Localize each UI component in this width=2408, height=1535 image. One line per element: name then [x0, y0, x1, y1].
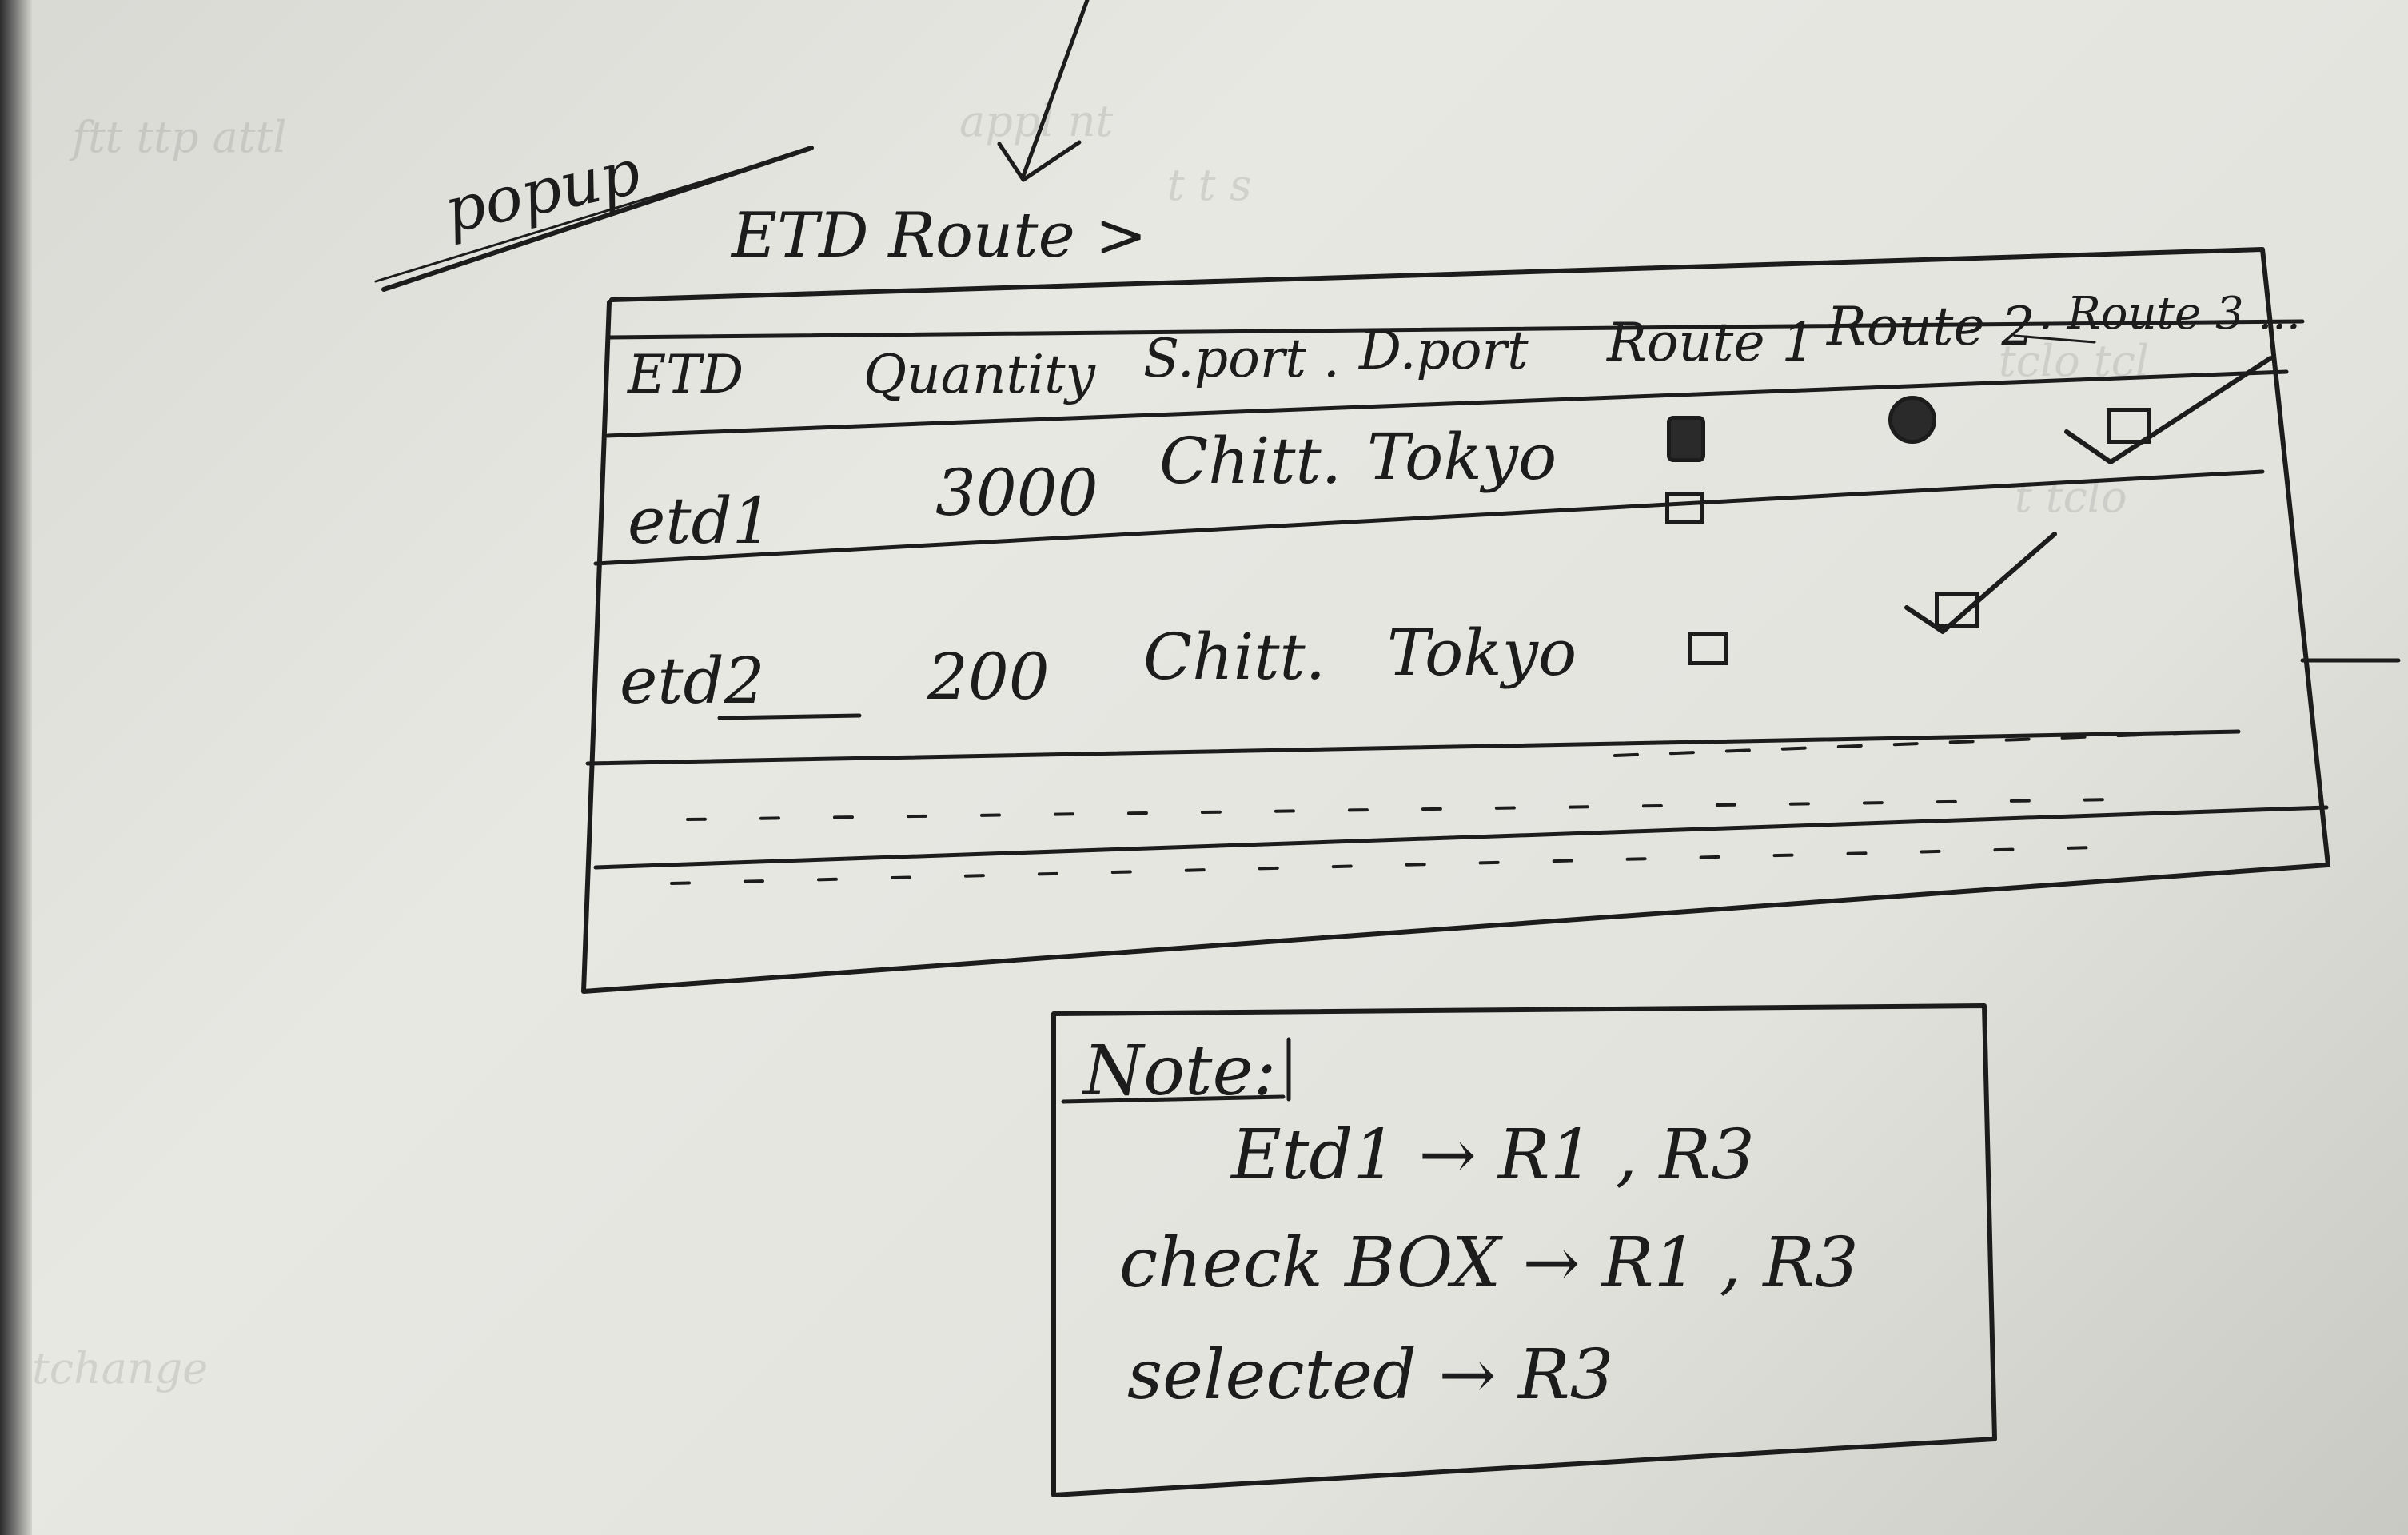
note-line: Etd1 → R1 , R3: [1231, 1115, 1755, 1195]
route1-row1-radio-selected[interactable]: [1667, 416, 1705, 462]
route3-row1-checkbox-checked[interactable]: [2107, 408, 2151, 444]
column-header: Route 2: [1827, 296, 2035, 357]
quantity-cell: 3000: [935, 456, 1098, 530]
column-header: Route 1: [1607, 312, 1816, 373]
pointer-arrow-head: [997, 140, 1082, 182]
route1-row1-checkbox[interactable]: [1665, 492, 1704, 524]
d-port-cell: Tokyo: [1367, 420, 1557, 494]
row2-rule: [585, 729, 2241, 766]
placeholder-dashes-2: [686, 798, 2120, 821]
route2-row2-checkbox-checked[interactable]: [1935, 592, 1979, 628]
etd-cell: etd2: [620, 644, 765, 718]
column-header: Quantity: [863, 344, 1095, 405]
column-header: S.port .: [1143, 328, 1340, 389]
route2-row1-radio-selected[interactable]: [1888, 396, 1936, 444]
ink-strokes: [374, 0, 2401, 1497]
note-line: selected → R3: [1127, 1335, 1614, 1415]
placeholder-dashes-3: [670, 846, 2096, 885]
pointer-arrow-shaft: [1021, 0, 1090, 178]
quantity-cell: 200: [927, 640, 1050, 714]
column-header: D.port: [1359, 320, 1529, 381]
row3-rule: [593, 805, 2329, 870]
note-heading: Note:: [1083, 1031, 1277, 1111]
column-header: ETD: [628, 344, 744, 405]
route2-row2-check: [1904, 532, 2057, 634]
d-port-cell: Tokyo: [1387, 616, 1577, 690]
s-port-cell: Chitt.: [1143, 620, 1326, 694]
route1-row2-checkbox[interactable]: [1688, 632, 1728, 665]
s-port-cell: Chitt.: [1159, 424, 1342, 498]
note-line: check BOX → R1 , R3: [1119, 1223, 1859, 1303]
column-header: . Route 3 ...: [2039, 288, 2301, 340]
etd-cell: etd1: [628, 484, 773, 558]
popup-title: ETD Route >: [732, 200, 1147, 272]
